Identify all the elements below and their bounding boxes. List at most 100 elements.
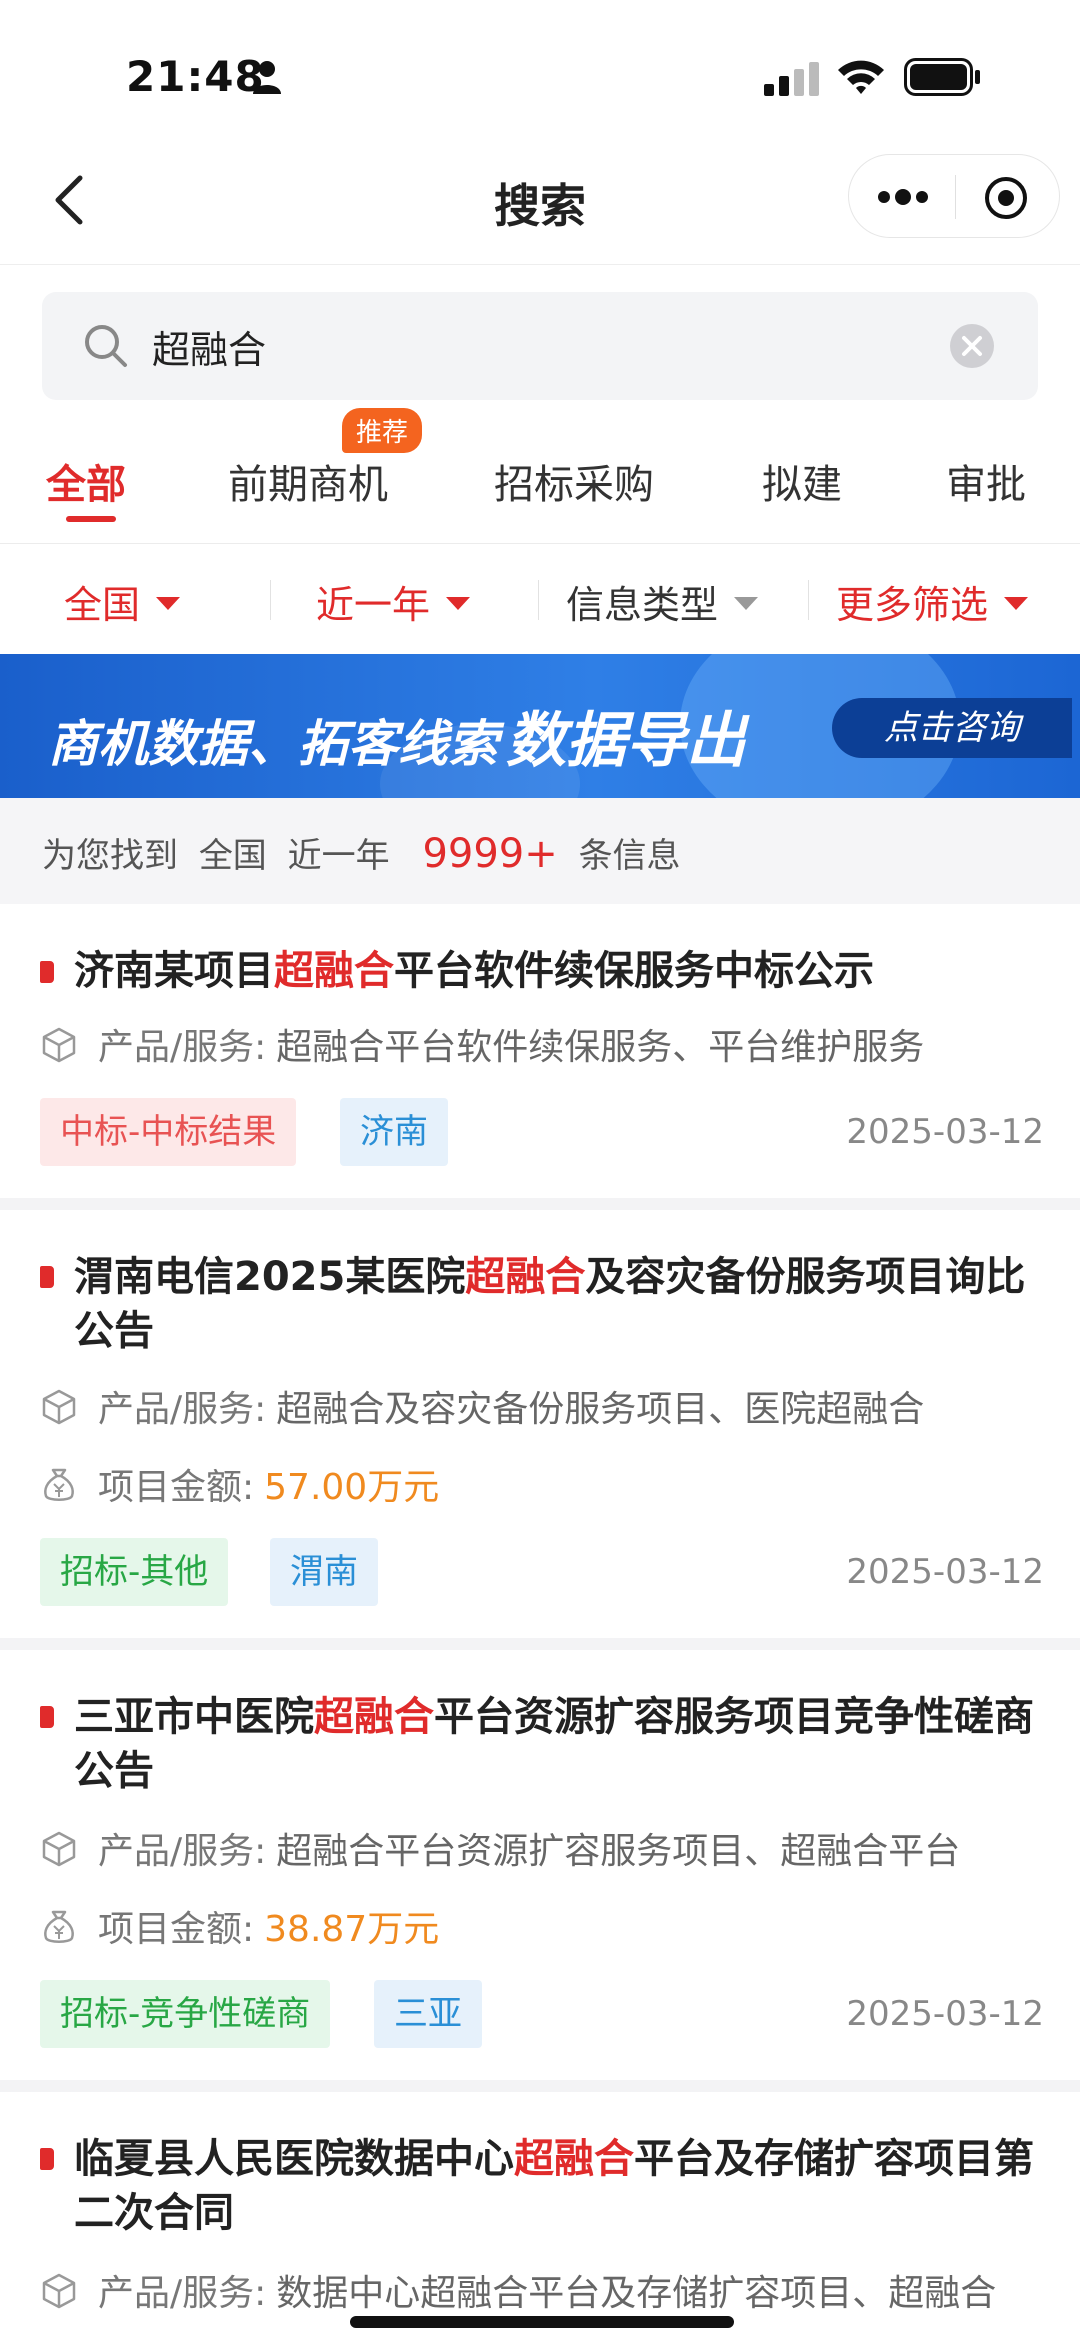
amount-row: 项目金额: 57.00万元 bbox=[40, 1458, 1040, 1510]
status-tag[interactable]: 招标-竞争性磋商 bbox=[40, 1980, 331, 2048]
product-row: 产品/服务: 超融合平台软件续保服务、平台维护服务 bbox=[40, 1018, 1040, 1070]
title-text: 济南某项目 bbox=[74, 948, 274, 994]
result-title[interactable]: 三亚市中医院超融合平台资源扩容服务项目竞争性磋商公告 bbox=[74, 1690, 1044, 1798]
filter-more[interactable]: 更多筛选 bbox=[836, 574, 1029, 629]
box-icon bbox=[42, 1831, 76, 1867]
more-icon[interactable] bbox=[875, 177, 931, 217]
result-summary: 为您找到 全国 近一年 9999+ 条信息 bbox=[0, 798, 1080, 904]
status-bar: 21:48 bbox=[0, 0, 1080, 150]
tab-early-opportunities[interactable]: 前期商机 bbox=[228, 452, 388, 510]
card-marker bbox=[40, 1266, 54, 1288]
publish-date: 2025-03-12 bbox=[846, 1112, 1044, 1152]
product-row: 产品/服务: 超融合及容灾备份服务项目、医院超融合 bbox=[40, 1380, 1040, 1432]
filter-divider bbox=[808, 580, 809, 620]
title-text: 平台软件续保服务中标公示 bbox=[394, 948, 874, 994]
nav-bar: 搜索 bbox=[0, 150, 1080, 265]
close-mini-program-icon[interactable] bbox=[983, 175, 1029, 221]
home-indicator[interactable] bbox=[350, 2316, 734, 2328]
title-text: 临夏县人民医院数据中心 bbox=[74, 2136, 514, 2182]
product-label: 产品/服务: bbox=[98, 1027, 267, 1068]
product-label: 产品/服务: bbox=[98, 2273, 267, 2314]
status-time: 21:48 bbox=[126, 52, 265, 101]
filter-time-label: 近一年 bbox=[316, 583, 431, 627]
title-keyword: 超融合 bbox=[465, 1254, 586, 1300]
category-tabs: 全部 前期商机 推荐 招标采购 拟建 审批 bbox=[0, 400, 1080, 544]
tab-approval[interactable]: 审批 bbox=[946, 452, 1026, 510]
status-tag[interactable]: 招标-其他 bbox=[40, 1538, 229, 1606]
result-card[interactable]: 临夏县人民医院数据中心超融合平台及存储扩容项目第二次合同 产品/服务: 数据中心超… bbox=[0, 2092, 1080, 2348]
title-text: 渭南电信2025某医院 bbox=[74, 1254, 466, 1300]
money-bag-icon bbox=[44, 1468, 74, 1501]
capsule-divider bbox=[955, 175, 956, 219]
person-icon bbox=[253, 61, 281, 94]
filter-info-type[interactable]: 信息类型 bbox=[566, 574, 759, 629]
product-value: 超融合平台资源扩容服务项目、超融合平台 bbox=[276, 1831, 961, 1872]
amount-label: 项目金额: bbox=[98, 1909, 255, 1950]
wifi-icon bbox=[838, 60, 884, 94]
region-tag[interactable]: 渭南 bbox=[270, 1538, 378, 1606]
card-marker bbox=[40, 1706, 54, 1728]
region-tag[interactable]: 济南 bbox=[340, 1098, 448, 1166]
title-keyword: 超融合 bbox=[514, 2136, 634, 2182]
tab-all[interactable]: 全部 bbox=[46, 452, 126, 510]
filter-time[interactable]: 近一年 bbox=[316, 574, 471, 629]
product-row: 产品/服务: 数据中心超融合平台及存储扩容项目、超融合 bbox=[40, 2264, 1040, 2316]
result-title[interactable]: 临夏县人民医院数据中心超融合平台及存储扩容项目第二次合同 bbox=[74, 2132, 1044, 2240]
amount-row: 项目金额: 38.87万元 bbox=[40, 1900, 1040, 1952]
banner-text-main: 商机数据、拓客线索 bbox=[48, 715, 498, 773]
summary-region: 全国 bbox=[198, 836, 267, 876]
product-value: 数据中心超融合平台及存储扩容项目、超融合 bbox=[276, 2273, 997, 2314]
filter-region-label: 全国 bbox=[64, 583, 141, 627]
region-tag[interactable]: 三亚 bbox=[374, 1980, 482, 2048]
result-count: 9999+ bbox=[422, 831, 558, 877]
filter-region[interactable]: 全国 bbox=[64, 574, 181, 629]
filter-bar: 全国 近一年 信息类型 更多筛选 bbox=[0, 544, 1080, 654]
active-tab-indicator bbox=[66, 516, 116, 522]
product-label: 产品/服务: bbox=[98, 1831, 267, 1872]
filter-info-type-label: 信息类型 bbox=[566, 583, 719, 627]
filter-more-label: 更多筛选 bbox=[836, 583, 989, 627]
result-card[interactable]: 渭南电信2025某医院超融合及容灾备份服务项目询比公告 产品/服务: 超融合及容灾… bbox=[0, 1210, 1080, 1650]
chevron-down-icon bbox=[734, 597, 759, 610]
data-export-banner[interactable]: 商机数据、拓客线索 数据导出 点击咨询 bbox=[0, 654, 1080, 798]
result-card[interactable]: 济南某项目超融合平台软件续保服务中标公示 产品/服务: 超融合平台软件续保服务、平… bbox=[0, 904, 1080, 1210]
product-value: 超融合平台软件续保服务、平台维护服务 bbox=[276, 1027, 925, 1068]
tab-bidding-procurement[interactable]: 招标采购 bbox=[494, 452, 654, 510]
result-title[interactable]: 济南某项目超融合平台软件续保服务中标公示 bbox=[74, 944, 1044, 998]
search-input[interactable] bbox=[152, 314, 952, 378]
search-bar bbox=[42, 292, 1038, 400]
box-icon bbox=[42, 2273, 76, 2309]
product-value: 超融合及容灾备份服务项目、医院超融合 bbox=[276, 1389, 925, 1430]
amount-value: 57.00万元 bbox=[264, 1467, 440, 1508]
banner-headline: 商机数据、拓客线索 数据导出 bbox=[48, 692, 746, 779]
box-icon bbox=[42, 1027, 76, 1063]
card-marker bbox=[40, 2148, 54, 2170]
filter-divider bbox=[538, 580, 539, 620]
clear-icon[interactable] bbox=[948, 322, 996, 370]
publish-date: 2025-03-12 bbox=[846, 1994, 1044, 2034]
title-text: 三亚市中医院 bbox=[74, 1694, 314, 1740]
amount-value: 38.87万元 bbox=[264, 1909, 440, 1950]
result-title[interactable]: 渭南电信2025某医院超融合及容灾备份服务项目询比公告 bbox=[74, 1250, 1044, 1358]
signal-icon bbox=[764, 62, 819, 96]
product-row: 产品/服务: 超融合平台资源扩容服务项目、超融合平台 bbox=[40, 1822, 1040, 1874]
title-keyword: 超融合 bbox=[274, 948, 394, 994]
summary-prefix: 为您找到 bbox=[42, 836, 178, 876]
banner-text-emphasis: 数据导出 bbox=[506, 706, 746, 776]
chevron-down-icon bbox=[446, 597, 471, 610]
chevron-down-icon bbox=[156, 597, 181, 610]
battery-icon bbox=[904, 58, 980, 96]
status-tag[interactable]: 中标-中标结果 bbox=[40, 1098, 297, 1166]
summary-period: 近一年 bbox=[287, 836, 390, 876]
publish-date: 2025-03-12 bbox=[846, 1552, 1044, 1592]
card-marker bbox=[40, 961, 54, 983]
filter-divider bbox=[270, 580, 271, 620]
summary-suffix: 条信息 bbox=[578, 836, 681, 876]
search-icon bbox=[85, 325, 127, 367]
chevron-down-icon bbox=[1004, 597, 1029, 610]
product-label: 产品/服务: bbox=[98, 1389, 267, 1430]
result-card[interactable]: 三亚市中医院超融合平台资源扩容服务项目竞争性磋商公告 产品/服务: 超融合平台资源… bbox=[0, 1650, 1080, 2092]
tab-proposed[interactable]: 拟建 bbox=[762, 452, 842, 510]
mini-program-capsule bbox=[848, 154, 1060, 238]
consult-button[interactable]: 点击咨询 bbox=[832, 698, 1072, 758]
